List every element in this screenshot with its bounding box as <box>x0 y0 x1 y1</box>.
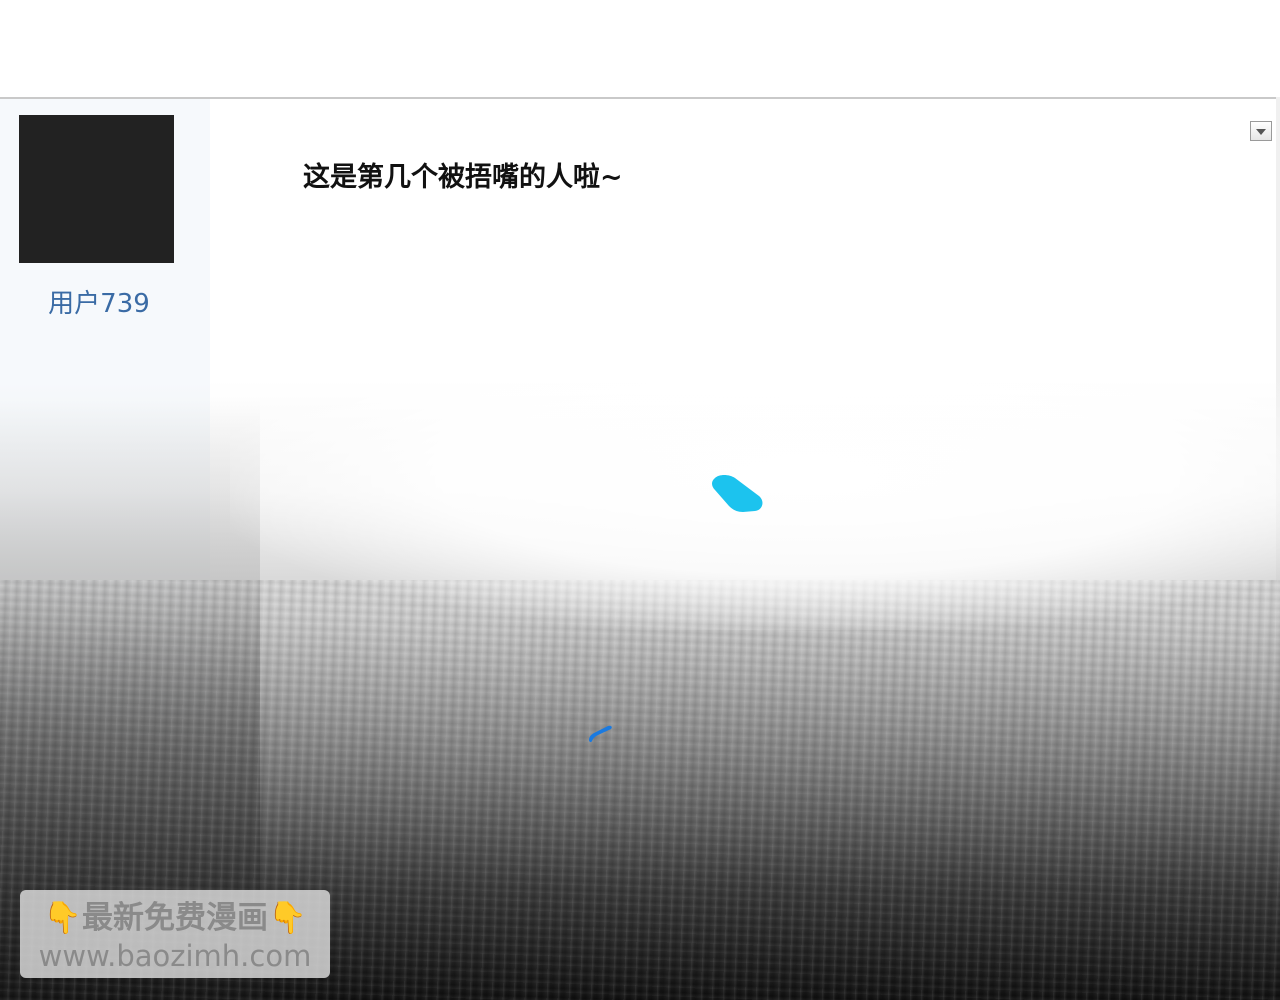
dropdown-button[interactable] <box>1250 121 1272 141</box>
comic-page: 用户739 这是第几个被捂嘴的人啦~ 👇最新免费漫画👇 www.baozimh.… <box>0 0 1280 1000</box>
watermark-url[interactable]: www.baozimh.com <box>20 938 330 974</box>
post-message: 这是第几个被捂嘴的人啦~ <box>303 162 623 193</box>
cyan-paint-mark <box>712 475 763 512</box>
username-link[interactable]: 用户739 <box>0 286 198 322</box>
blue-paint-mark <box>589 725 612 743</box>
top-blank-area <box>0 0 1280 97</box>
avatar[interactable] <box>19 115 174 263</box>
watermark-title: 👇最新免费漫画👇 <box>43 900 307 936</box>
watermark-banner[interactable]: 👇最新免费漫画👇 www.baozimh.com <box>20 890 330 978</box>
chevron-down-icon <box>1256 129 1266 135</box>
